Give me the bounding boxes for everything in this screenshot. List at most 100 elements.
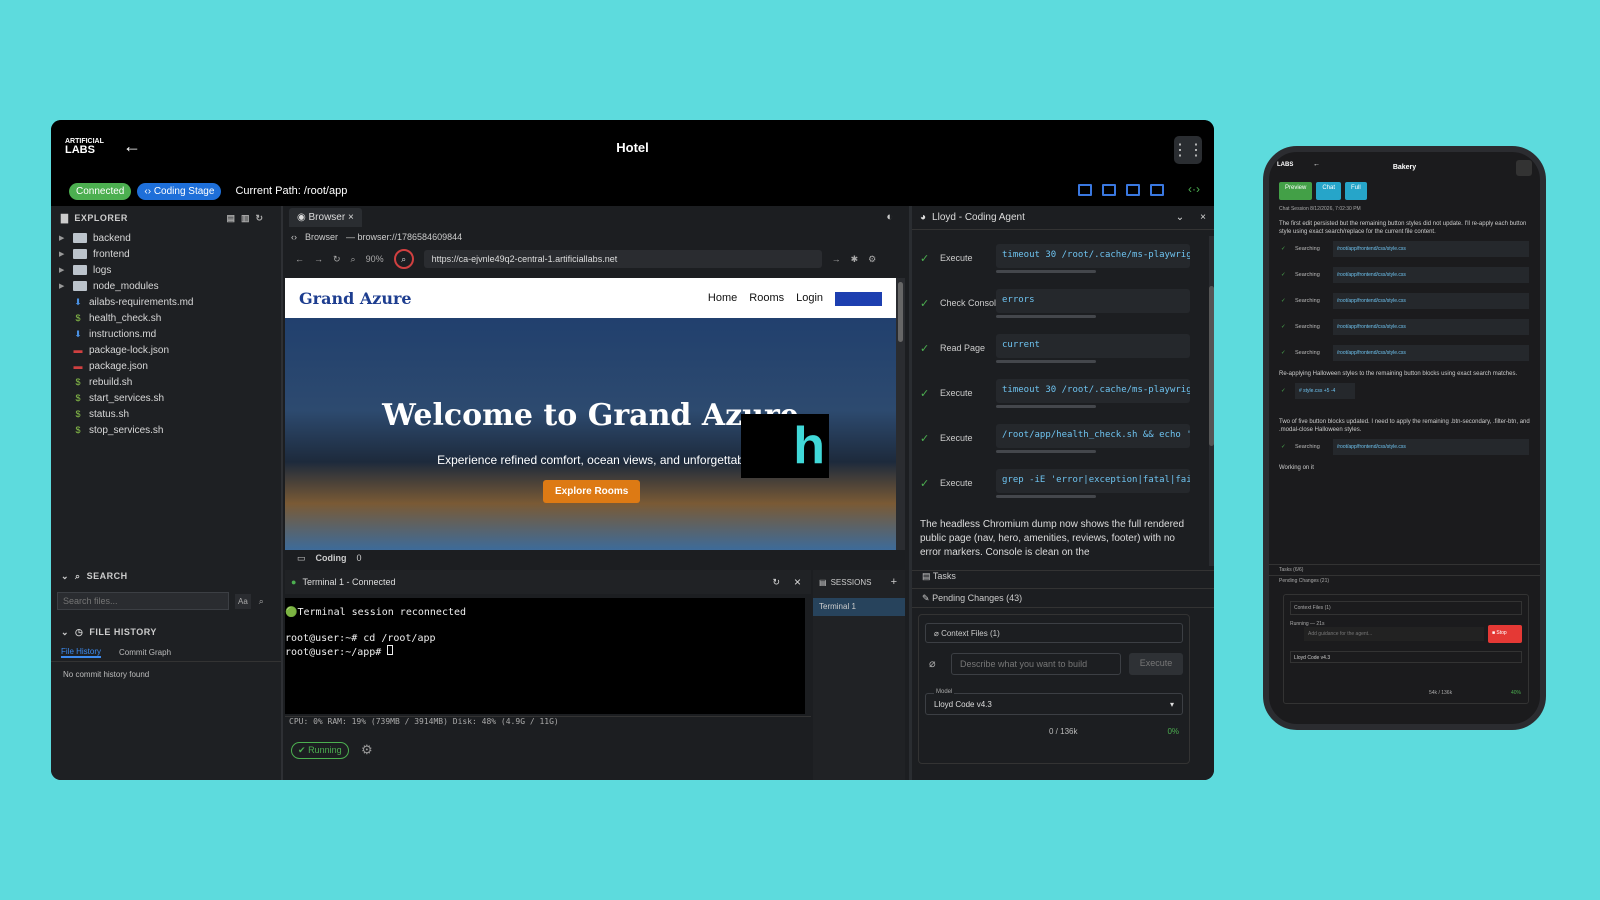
terminal-prompt: root@user:~/app#	[285, 647, 388, 658]
case-toggle[interactable]: Aa	[235, 593, 251, 609]
zoom-icon[interactable]: ⌕	[351, 254, 356, 265]
browser-toolbar: ← → ↻ ⌕ 90% ⌕ https://ca-ejvnle49q2-cent…	[285, 246, 905, 272]
search-input[interactable]	[57, 592, 229, 610]
layout-bottom-icon[interactable]	[1126, 184, 1140, 196]
reload-icon[interactable]: ↻	[333, 254, 341, 265]
back-icon[interactable]: ←	[295, 254, 304, 264]
nav-register[interactable]: Register	[835, 292, 882, 306]
explorer-actions[interactable]: ▤▥↻	[226, 213, 281, 224]
step-arg: /root/app/frontend/css/style.css	[1333, 267, 1529, 283]
tab-commit-graph[interactable]: Commit Graph	[119, 648, 171, 657]
close-icon[interactable]: ×	[1200, 212, 1206, 223]
file-item[interactable]: $ rebuild.sh	[59, 374, 281, 390]
agent-step[interactable]: ✓ Execute/root/app/health_check.sh && ech…	[920, 420, 1190, 460]
refresh-icon[interactable]: ↻	[772, 577, 780, 588]
history-header[interactable]: ⌄ ◷ FILE HISTORY	[51, 620, 281, 644]
agent-scrollbar[interactable]	[1209, 236, 1214, 566]
extension-icon[interactable]: ✱	[851, 254, 859, 265]
file-item[interactable]: ⬇ ailabs-requirements.md	[59, 294, 281, 310]
nav-rooms[interactable]: Rooms	[749, 292, 784, 306]
file-item[interactable]: $ start_services.sh	[59, 390, 281, 406]
step-arg: /root/app/health_check.sh && echo '---'	[996, 424, 1190, 448]
code-toggle-icon[interactable]: ‹·›	[1188, 182, 1200, 196]
execute-button[interactable]: Execute	[1129, 653, 1183, 675]
stage-badge[interactable]: ‹› Coding Stage	[137, 182, 222, 200]
agent-step[interactable]: ✓ Check Console errors	[920, 285, 1190, 325]
folder-item[interactable]: ▶ frontend	[59, 246, 281, 262]
step-progress	[996, 450, 1096, 453]
arrow-left-icon[interactable]: ←	[1313, 161, 1320, 168]
browser-mode-icon[interactable]: ◐	[886, 211, 893, 223]
pending-changes-row[interactable]: ✎ Pending Changes (43)	[912, 588, 1214, 608]
model-label: Model	[934, 689, 955, 695]
close-icon[interactable]: ×	[794, 575, 801, 589]
site-brand[interactable]: Grand Azure	[299, 289, 412, 308]
agent-step[interactable]: ✓ Execute timeout 30 /root/.cache/ms-playw…	[920, 240, 1190, 280]
zoom-reset-icon[interactable]: ⌕	[393, 249, 414, 269]
terminal-panel: ● Terminal 1 - Connected ↻ × 🟢Terminal ses…	[285, 570, 811, 780]
stop-button[interactable]: ■ Stop	[1488, 625, 1522, 643]
tab-file-history[interactable]: File History	[61, 647, 102, 658]
guidance-input[interactable]: Add guidance for the agent...	[1304, 627, 1484, 641]
agent-step[interactable]: ✓ Execute grep -iE 'error|exception|fatal|…	[920, 465, 1190, 505]
folder-item[interactable]: ▶ node_modules	[59, 278, 281, 294]
running-badge[interactable]: ✔ Running	[291, 742, 349, 759]
step-progress	[996, 315, 1096, 318]
layout-left-icon[interactable]	[1078, 184, 1092, 196]
tab-full[interactable]: Full	[1345, 182, 1367, 200]
forward-icon[interactable]: →	[314, 254, 323, 264]
model-select[interactable]: Model Lloyd Code v4.3 ▾	[925, 689, 1183, 715]
browser-scrollbar[interactable]	[896, 278, 905, 550]
gear-icon[interactable]: ⚙	[361, 742, 373, 758]
url-bar[interactable]: https://ca-ejvnle49q2-central-1.artifici…	[423, 250, 822, 268]
step-arg: /root/app/frontend/css/style.css	[1333, 345, 1529, 361]
file-tree: ▶ backend ▶ frontend ▶ logs ▶ node_modules ⬇ aila…	[51, 230, 281, 438]
context-files-select[interactable]: ⌀ Context Files (1)	[925, 623, 1183, 643]
search-icon[interactable]: ⌕	[259, 596, 264, 607]
file-item[interactable]: $ status.sh	[59, 406, 281, 422]
folder-item[interactable]: ▶ logs	[59, 262, 281, 278]
search-header[interactable]: ⌄ ⌕ SEARCH	[51, 564, 281, 588]
phone-device: LABS ← Bakery Preview Chat Full Chat Sessi…	[1263, 146, 1546, 730]
step-progress	[996, 360, 1096, 363]
tab-preview[interactable]: Preview	[1279, 182, 1313, 200]
file-item[interactable]: ▬ package-lock.json	[59, 342, 281, 358]
tab-browser[interactable]: ◉ Browser ×	[289, 207, 362, 227]
file-item[interactable]: ▬ package.json	[59, 358, 281, 374]
settings-icon[interactable]: ⚙	[868, 254, 876, 265]
close-icon[interactable]: ×	[348, 212, 354, 223]
explore-rooms-button[interactable]: Explore Rooms	[543, 480, 641, 503]
nav-login[interactable]: Login	[796, 292, 823, 306]
chevron-down-icon[interactable]: ⌄	[1176, 212, 1184, 223]
prompt-input[interactable]: Describe what you want to build	[951, 653, 1121, 675]
agent-step[interactable]: ✓ Read Page current	[920, 330, 1190, 370]
nav-home[interactable]: Home	[708, 292, 737, 306]
apps-grid-icon[interactable]: ⋮⋮	[1172, 136, 1204, 164]
terminal-output[interactable]: 🟢Terminal session reconnected root@user:…	[285, 598, 805, 714]
folder-icon: ▇	[61, 212, 69, 223]
session-item[interactable]: Terminal 1	[813, 598, 905, 616]
file-item[interactable]: $ stop_services.sh	[59, 422, 281, 438]
token-count: 54k / 136k	[1429, 690, 1453, 696]
add-icon[interactable]: +	[891, 576, 897, 588]
sessions-title: SESSIONS	[830, 577, 872, 587]
tasks-row[interactable]: ▤ Tasks	[912, 570, 1214, 588]
tasks-row[interactable]: Tasks (6/6)	[1269, 564, 1540, 575]
file-item[interactable]: ⬇ instructions.md	[59, 326, 281, 342]
file-name: ailabs-requirements.md	[89, 296, 194, 308]
go-icon[interactable]: →	[832, 254, 841, 264]
pending-changes-row[interactable]: Pending Changes (21)	[1269, 575, 1540, 586]
agent-step[interactable]: ✓ Execute timeout 30 /root/.cache/ms-playw…	[920, 375, 1190, 415]
context-files-select[interactable]: Context Files (1)	[1290, 601, 1522, 615]
attach-icon[interactable]: ⌀	[929, 657, 936, 670]
step-label: Searching	[1295, 246, 1320, 252]
model-select[interactable]: Lloyd Code v4.3	[1290, 651, 1522, 663]
stage-label: Coding Stage	[153, 185, 215, 197]
layout-right-icon[interactable]	[1150, 184, 1164, 196]
file-item[interactable]: $ health_check.sh	[59, 310, 281, 326]
tab-chat[interactable]: Chat	[1316, 182, 1342, 200]
running-label: Running	[308, 745, 342, 755]
layout-top-icon[interactable]	[1102, 184, 1116, 196]
folder-item[interactable]: ▶ backend	[59, 230, 281, 246]
apps-grid-icon[interactable]	[1516, 160, 1532, 176]
